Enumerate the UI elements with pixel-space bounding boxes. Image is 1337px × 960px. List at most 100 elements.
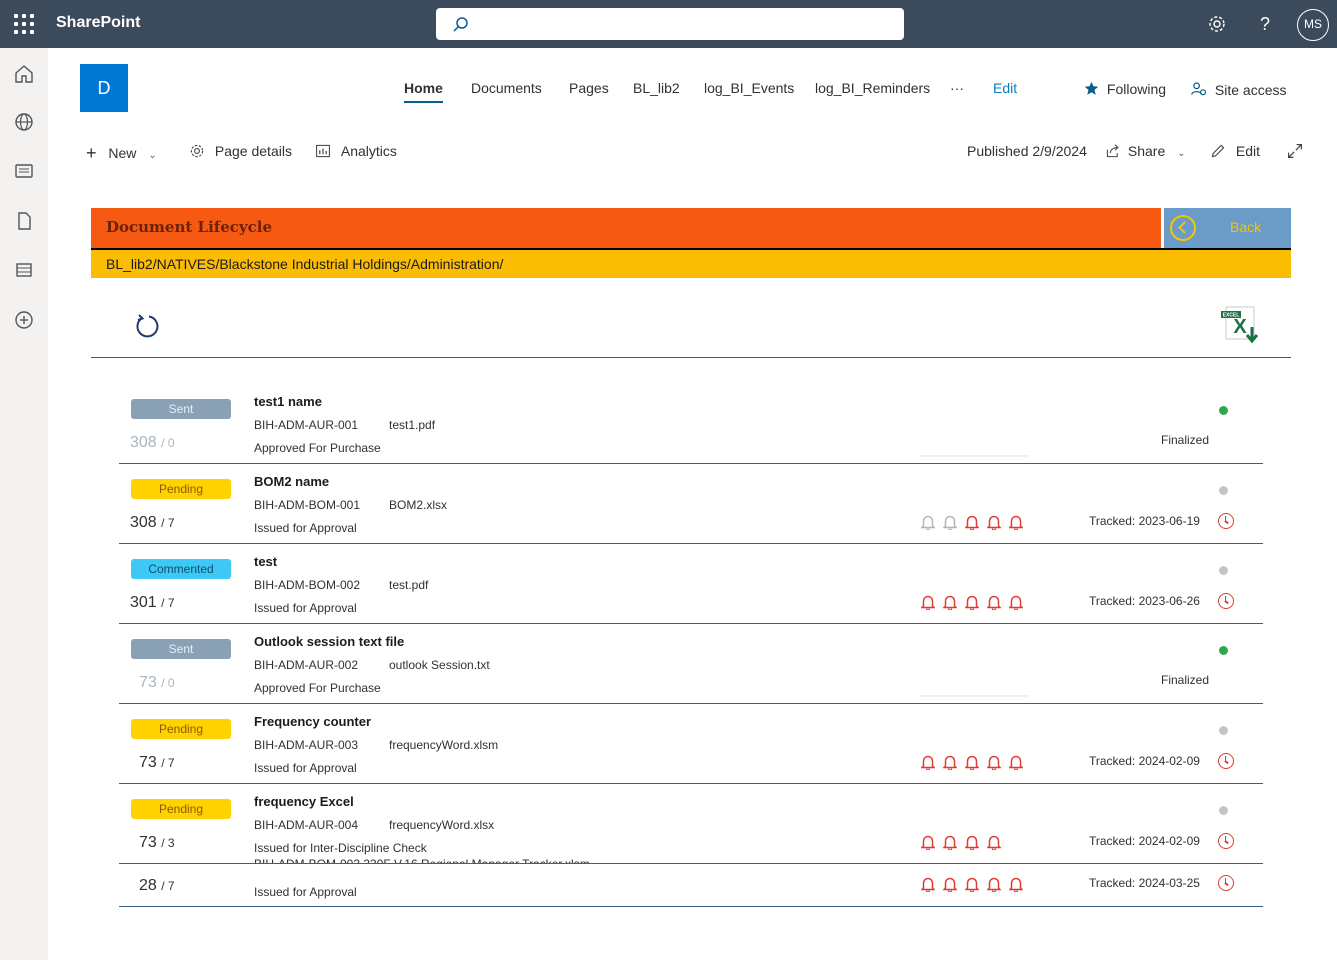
table-row[interactable]: BIH-ADM-BOM-003 330F V.16 Regional Manag… xyxy=(119,857,1263,907)
nav-bl-lib2[interactable]: BL_lib2 xyxy=(633,80,680,104)
table-row[interactable]: Sent 73 / 0 Outlook session text file BIH-A… xyxy=(119,624,1263,704)
bell-icon[interactable] xyxy=(942,514,958,531)
clock-icon xyxy=(1218,875,1234,891)
bell-icon[interactable] xyxy=(942,594,958,611)
bell-icon[interactable] xyxy=(920,594,936,611)
bell-icon[interactable] xyxy=(964,514,980,531)
new-button[interactable]: + New ⌄ xyxy=(86,143,157,164)
bell-icon[interactable] xyxy=(1008,876,1024,893)
bell-icon[interactable] xyxy=(920,876,936,893)
row-title[interactable]: frequency Excel xyxy=(254,794,354,809)
globe-icon[interactable] xyxy=(12,110,36,134)
row-file-name[interactable]: outlook Session.txt xyxy=(389,658,490,672)
row-doc-code: BIH-ADM-AUR-001 xyxy=(254,418,359,432)
following-button[interactable]: Following xyxy=(1084,81,1166,97)
tracked-date: Tracked: 2023-06-19 xyxy=(1089,514,1200,528)
nav-home[interactable]: Home xyxy=(404,80,443,104)
table-row[interactable]: Pending 73 / 3 frequency Excel BIH-ADM-AUR-… xyxy=(119,784,1263,864)
brand-name[interactable]: SharePoint xyxy=(56,14,140,32)
list-icon[interactable] xyxy=(12,258,36,282)
clock-icon xyxy=(1218,833,1234,849)
search-box[interactable] xyxy=(436,8,904,40)
row-doc-code: BIH-ADM-BOM-002 xyxy=(254,578,361,592)
bell-icon[interactable] xyxy=(986,754,1002,771)
site-access-label: Site access xyxy=(1214,82,1287,98)
avatar[interactable]: MS xyxy=(1297,9,1329,41)
nav-more[interactable]: ··· xyxy=(950,80,964,104)
excel-export-icon[interactable]: EXCEL X xyxy=(1220,305,1264,347)
edit-page-button[interactable]: Edit xyxy=(1210,143,1260,159)
page-details-button[interactable]: Page details xyxy=(189,143,292,159)
row-file-name[interactable]: frequencyWord.xlsx xyxy=(389,818,494,832)
back-label: Back xyxy=(1230,219,1262,235)
table-row[interactable]: Pending 73 / 7 Frequency counter BIH-ADM-AU… xyxy=(119,704,1263,784)
table-row[interactable]: Sent 308 / 0 test1 name BIH-ADM-AUR-001 test… xyxy=(119,384,1263,464)
gear-icon xyxy=(190,144,204,158)
page-details-label: Page details xyxy=(214,143,292,159)
new-label: New xyxy=(108,145,137,161)
row-doc-code: BIH-ADM-AUR-002 xyxy=(254,658,359,672)
bell-icon[interactable] xyxy=(920,514,936,531)
site-logo[interactable]: D xyxy=(80,64,128,112)
bell-icon[interactable] xyxy=(942,754,958,771)
status-badge: Pending xyxy=(131,479,231,499)
news-icon[interactable] xyxy=(12,159,36,183)
row-title[interactable]: Frequency counter xyxy=(254,714,371,729)
bell-icon[interactable] xyxy=(920,754,936,771)
row-file-name[interactable]: BOM2.xlsx xyxy=(389,498,447,512)
bell-icon[interactable] xyxy=(1008,594,1024,611)
lifecycle-banner: Document Lifecycle xyxy=(91,208,1161,248)
nav-pages[interactable]: Pages xyxy=(569,80,609,104)
bell-icon[interactable] xyxy=(986,876,1002,893)
row-title[interactable]: BOM2 name xyxy=(254,474,329,489)
bell-icon[interactable] xyxy=(964,594,980,611)
bell-icon[interactable] xyxy=(920,834,936,851)
nav-documents[interactable]: Documents xyxy=(471,80,542,104)
document-icon[interactable] xyxy=(12,209,36,233)
expand-icon[interactable] xyxy=(1287,143,1303,162)
home-icon[interactable] xyxy=(12,62,36,86)
bell-icon[interactable] xyxy=(964,834,980,851)
row-file-name[interactable]: test.pdf xyxy=(389,578,428,592)
bell-icon[interactable] xyxy=(964,754,980,771)
site-access-button[interactable]: Site access xyxy=(1191,81,1286,98)
settings-icon[interactable] xyxy=(1205,12,1229,36)
bell-icon[interactable] xyxy=(942,834,958,851)
analytics-icon xyxy=(316,144,330,158)
nav-log-bi-events[interactable]: log_BI_Events xyxy=(704,80,794,104)
bell-icon[interactable] xyxy=(1008,754,1024,771)
refresh-icon[interactable] xyxy=(134,313,160,339)
app-launcher-icon[interactable] xyxy=(14,14,34,34)
svg-text:X: X xyxy=(1233,316,1247,338)
row-file-name[interactable]: frequencyWord.xlsm xyxy=(389,738,498,752)
bell-icon[interactable] xyxy=(964,876,980,893)
published-date: Published 2/9/2024 xyxy=(967,143,1087,159)
share-icon xyxy=(1106,144,1119,158)
analytics-button[interactable]: Analytics xyxy=(315,143,397,159)
row-doc-code: BIH-ADM-AUR-004 xyxy=(254,818,359,832)
nav-edit[interactable]: Edit xyxy=(993,80,1017,104)
nav-log-bi-reminders[interactable]: log_BI_Reminders xyxy=(815,80,930,104)
help-icon[interactable]: ? xyxy=(1253,12,1277,36)
bell-icon[interactable] xyxy=(986,594,1002,611)
folder-path: BL_lib2/NATIVES/Blackstone Industrial Ho… xyxy=(106,256,504,272)
table-row[interactable]: Pending 308 / 7 BOM2 name BIH-ADM-BOM-001 BO… xyxy=(119,464,1263,544)
row-file-name[interactable]: test1.pdf xyxy=(389,418,435,432)
bell-icon[interactable] xyxy=(1008,514,1024,531)
status-dot xyxy=(1219,726,1228,735)
bell-icon[interactable] xyxy=(942,876,958,893)
row-title[interactable]: test1 name xyxy=(254,394,322,409)
row-count: 308 / 0 xyxy=(130,434,175,451)
row-status: Issued for Inter-Discipline Check xyxy=(254,841,427,855)
back-button[interactable]: Back xyxy=(1164,208,1291,248)
bell-icon[interactable] xyxy=(986,834,1002,851)
row-title[interactable]: test xyxy=(254,554,277,569)
status-dot xyxy=(1219,646,1228,655)
row-title[interactable]: Outlook session text file xyxy=(254,634,404,649)
share-button[interactable]: Share ⌄ xyxy=(1106,143,1186,159)
table-row[interactable]: Commented 301 / 7 test BIH-ADM-BOM-002 test.… xyxy=(119,544,1263,624)
status-badge: Pending xyxy=(131,799,231,819)
create-icon[interactable] xyxy=(12,308,36,332)
bell-icon[interactable] xyxy=(986,514,1002,531)
status-dot xyxy=(1219,806,1228,815)
